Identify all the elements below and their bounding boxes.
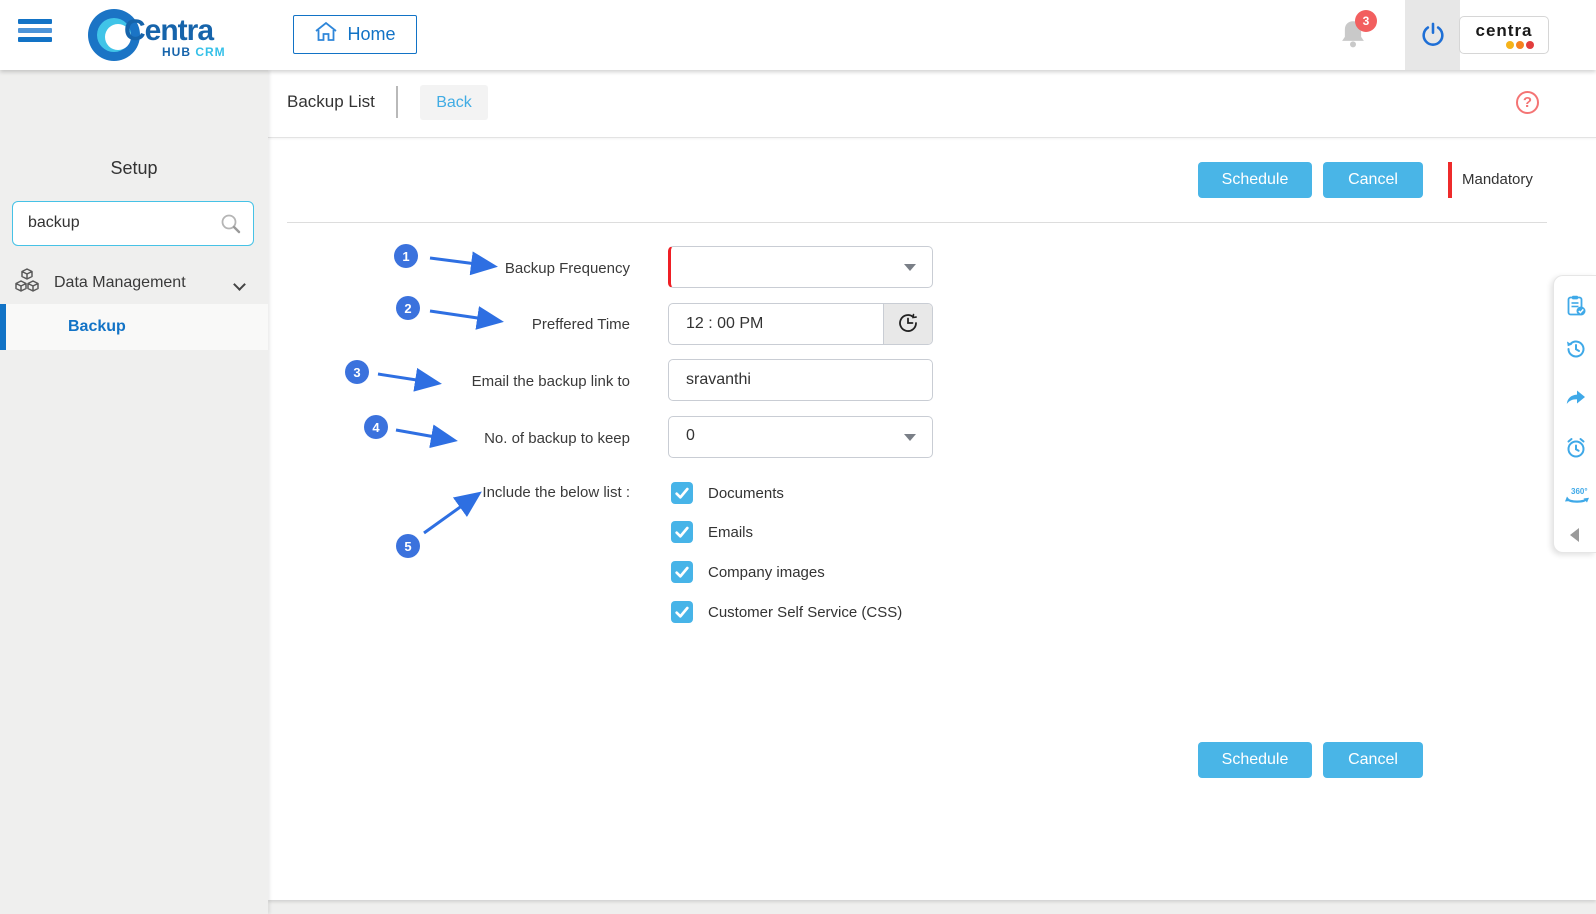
customer-self-service-checkbox-checked[interactable] (671, 601, 693, 623)
company-images-checkbox-checked[interactable] (671, 561, 693, 583)
checkbox-label: Company images (708, 563, 825, 581)
checkbox-label: Emails (708, 523, 754, 541)
backups-to-keep-label: No. of backup to keep (484, 430, 630, 447)
title-divider (396, 86, 398, 118)
notification-count-badge: 3 (1355, 10, 1377, 32)
include-option-row: Customer Self Service (CSS) (671, 601, 902, 623)
mandatory-label: Mandatory (1462, 171, 1533, 188)
annotation-step-2: 2 (396, 296, 420, 320)
cancel-button-top[interactable]: Cancel (1323, 162, 1423, 198)
top-bar: Centra HUB CRM Home 3 centra (0, 0, 1596, 70)
page-title: Backup List (287, 92, 375, 111)
email-backup-link-field (668, 359, 933, 401)
sidebar-search-box (12, 201, 254, 246)
collapse-panel-icon[interactable] (1567, 526, 1591, 550)
app-logo-sub-crm: CRM (195, 45, 226, 59)
home-icon (314, 21, 338, 48)
back-button[interactable]: Back (420, 85, 488, 120)
annotation-step-1: 1 (394, 244, 418, 268)
sidebar-search-input[interactable] (28, 202, 213, 244)
documents-checkbox-checked[interactable] (671, 482, 693, 504)
sidebar-title: Setup (110, 158, 158, 178)
checklist-icon[interactable] (1564, 294, 1588, 318)
org-logo: centra (1459, 16, 1549, 54)
share-icon[interactable] (1564, 386, 1588, 410)
annotation-step-3: 3 (345, 360, 369, 384)
backup-schedule-form: Schedule Cancel Mandatory Backup Frequen… (268, 138, 1596, 900)
svg-text:360°: 360° (1571, 487, 1588, 496)
annotation-step-4: 4 (364, 415, 388, 439)
app-logo-sub-hub: HUB (162, 45, 191, 59)
alarm-clock-icon[interactable] (1564, 436, 1588, 460)
help-icon[interactable]: ? (1516, 91, 1539, 114)
org-logo-text: centra (1475, 21, 1533, 40)
content-divider (287, 222, 1547, 223)
backups-to-keep-select[interactable]: 0 (668, 416, 933, 458)
preferred-time-input[interactable] (669, 304, 883, 344)
app-logo: Centra HUB CRM (84, 8, 264, 62)
logout-power-button[interactable] (1405, 0, 1460, 70)
sidebar-item-backup-active[interactable]: Backup (0, 304, 268, 350)
include-option-row: Emails (671, 521, 753, 543)
quick-actions-toolbar: 360° (1553, 275, 1596, 553)
clock-icon (896, 311, 920, 338)
email-backup-link-input[interactable] (669, 360, 932, 400)
org-logo-dots-icon (1506, 41, 1534, 49)
schedule-button-top[interactable]: Schedule (1198, 162, 1312, 198)
page-header: Backup List Back ? (268, 70, 1596, 138)
include-list-label: Include the below list : (482, 484, 630, 501)
checkbox-label: Customer Self Service (CSS) (708, 603, 903, 621)
time-picker-button[interactable] (883, 304, 932, 344)
sidebar-item-data-management[interactable]: Data Management (0, 262, 268, 304)
emails-checkbox-checked[interactable] (671, 521, 693, 543)
cubes-icon (14, 267, 40, 300)
home-button[interactable]: Home (293, 15, 417, 54)
backup-frequency-select[interactable] (668, 246, 933, 288)
chevron-down-icon (904, 264, 916, 271)
include-option-row: Company images (671, 561, 825, 583)
sidebar-item-label: Backup (68, 318, 126, 335)
sidebar-item-label: Data Management (54, 274, 186, 291)
chevron-down-icon (904, 434, 916, 441)
chevron-down-icon (233, 278, 246, 291)
schedule-button-bottom[interactable]: Schedule (1198, 742, 1312, 778)
annotation-step-5: 5 (396, 534, 420, 558)
search-icon[interactable] (219, 212, 243, 241)
mandatory-indicator-bar (1448, 162, 1452, 198)
hamburger-menu-icon[interactable] (18, 19, 52, 49)
include-option-row: Documents (671, 482, 784, 504)
360-view-icon[interactable]: 360° (1564, 484, 1589, 508)
backups-to-keep-value: 0 (686, 427, 695, 444)
email-backup-link-label: Email the backup link to (471, 373, 630, 390)
preferred-time-field (668, 303, 933, 345)
setup-sidebar: Setup Data Management Backup (0, 70, 268, 914)
home-button-label: Home (347, 24, 396, 44)
checkbox-label: Documents (708, 484, 784, 502)
app-logo-text: Centra (124, 14, 214, 47)
history-icon[interactable] (1564, 337, 1588, 361)
cancel-button-bottom[interactable]: Cancel (1323, 742, 1423, 778)
